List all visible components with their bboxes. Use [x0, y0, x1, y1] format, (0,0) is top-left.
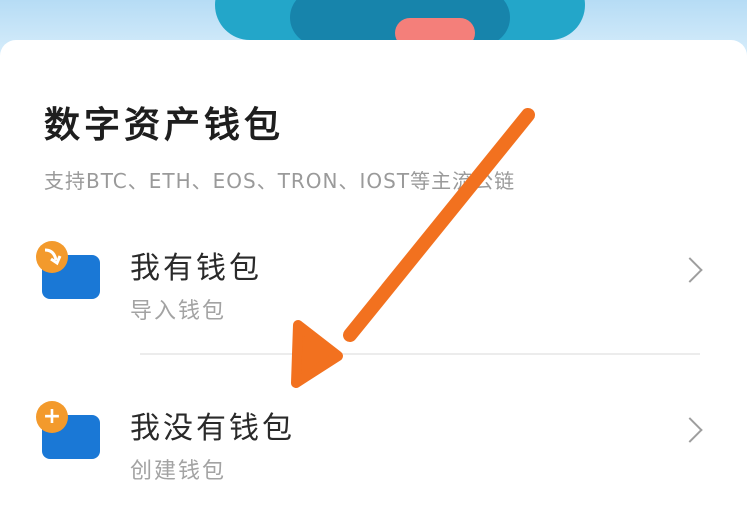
- import-wallet-icon: [36, 241, 100, 299]
- import-wallet-option[interactable]: 我有钱包 导入钱包: [0, 215, 747, 345]
- create-wallet-icon: +: [36, 401, 100, 459]
- page-subtitle: 支持BTC、ETH、EOS、TRON、IOST等主流公链: [44, 169, 516, 193]
- option-subtitle: 创建钱包: [130, 459, 227, 484]
- option-divider: [140, 353, 700, 355]
- plus-badge: +: [36, 401, 68, 433]
- option-title: 我没有钱包: [130, 411, 295, 446]
- create-wallet-option[interactable]: + 我没有钱包 创建钱包: [0, 375, 747, 505]
- import-arrow-badge: [36, 241, 68, 273]
- option-subtitle: 导入钱包: [130, 299, 227, 324]
- chevron-right-icon: [677, 417, 703, 443]
- page-title: 数字资产钱包: [44, 105, 285, 146]
- import-arrow-icon: [44, 248, 62, 266]
- chevron-right-icon: [677, 257, 703, 283]
- option-title: 我有钱包: [130, 251, 262, 286]
